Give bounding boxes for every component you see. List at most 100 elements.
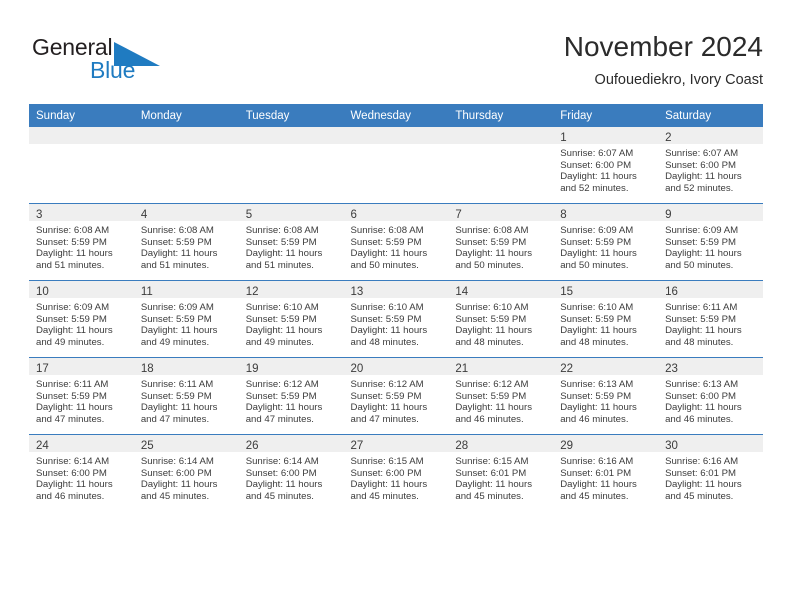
calendar-day-cell[interactable]: 24 Sunrise: 6:14 AM Sunset: 6:00 PM Dayligh… (29, 434, 134, 511)
calendar-week-row: 24 Sunrise: 6:14 AM Sunset: 6:00 PM Dayligh… (29, 434, 763, 511)
calendar-header-row: Sunday Monday Tuesday Wednesday Thursday Frid… (29, 104, 763, 127)
day-number: 11 (140, 286, 153, 298)
title-block: November 2024 Oufouediekro, Ivory Coast (564, 30, 763, 89)
calendar-day-cell[interactable]: 3 Sunrise: 6:08 AM Sunset: 5:59 PM Daylight… (29, 203, 134, 281)
calendar-day-cell[interactable]: 17 Sunrise: 6:11 AM Sunset: 5:59 PM Dayligh… (29, 357, 134, 435)
calendar-day-cell-empty (133, 127, 239, 204)
day-detail-line: Daylight: 11 hours (665, 402, 742, 414)
day-detail-line: and 48 minutes. (665, 336, 734, 348)
calendar-day-cell[interactable]: 4 Sunrise: 6:08 AM Sunset: 5:59 PM Daylight… (133, 203, 239, 281)
day-detail-line: and 49 minutes. (245, 336, 314, 348)
calendar-day-cell[interactable]: 28 Sunrise: 6:15 AM Sunset: 6:01 PM Dayligh… (448, 434, 554, 511)
day-detail-line: Daylight: 11 hours (140, 479, 218, 491)
day-number: 14 (455, 286, 469, 298)
day-detail-line: Daylight: 11 hours (455, 402, 532, 414)
calendar-day-cell[interactable]: 25 Sunrise: 6:14 AM Sunset: 6:00 PM Dayligh… (133, 434, 239, 511)
day-number: 1 (560, 132, 567, 144)
day-detail-line: Sunrise: 6:12 AM (245, 379, 319, 390)
day-detail-line: Sunset: 6:00 PM (350, 467, 422, 479)
calendar-day-cell[interactable]: 9 Sunrise: 6:09 AM Sunset: 5:59 PM Daylight… (658, 203, 763, 281)
day-detail-line: Daylight: 11 hours (560, 402, 637, 414)
day-detail-line: Daylight: 11 hours (665, 325, 742, 337)
page-subtitle: Oufouediekro, Ivory Coast (594, 72, 763, 88)
day-number-band: 18 (133, 358, 239, 375)
day-details: Sunrise: 6:08 AM Sunset: 5:59 PM Daylight:… (448, 221, 553, 271)
day-detail-line: Sunset: 6:00 PM (665, 390, 736, 402)
day-detail-line: Sunset: 5:59 PM (560, 390, 632, 402)
day-detail-line: Daylight: 11 hours (140, 325, 218, 337)
calendar-day-cell[interactable]: 13 Sunrise: 6:10 AM Sunset: 5:59 PM Dayligh… (343, 280, 449, 358)
day-detail-line: Daylight: 11 hours (245, 479, 323, 491)
day-detail-line: Sunset: 5:59 PM (560, 313, 632, 325)
day-detail-line: Sunrise: 6:09 AM (140, 302, 214, 313)
day-detail-line: and 51 minutes. (140, 259, 210, 271)
day-detail-line: Sunrise: 6:14 AM (245, 456, 319, 467)
calendar-day-cell[interactable]: 19 Sunrise: 6:12 AM Sunset: 5:59 PM Dayligh… (238, 357, 344, 435)
day-detail-line: and 51 minutes. (245, 259, 314, 271)
calendar-day-cell[interactable]: 7 Sunrise: 6:08 AM Sunset: 5:59 PM Daylight… (448, 203, 554, 281)
calendar-day-cell[interactable]: 8 Sunrise: 6:09 AM Sunset: 5:59 PM Daylight… (553, 203, 659, 281)
day-detail-line: Sunrise: 6:14 AM (140, 456, 214, 467)
day-detail-line: Sunset: 5:59 PM (350, 313, 422, 325)
calendar-day-cell[interactable]: 22 Sunrise: 6:13 AM Sunset: 5:59 PM Dayligh… (553, 357, 659, 435)
day-detail-line: Sunrise: 6:13 AM (665, 379, 739, 390)
calendar-day-cell[interactable]: 30 Sunrise: 6:16 AM Sunset: 6:01 PM Dayligh… (658, 434, 763, 511)
calendar-day-cell[interactable]: 11 Sunrise: 6:09 AM Sunset: 5:59 PM Dayligh… (133, 280, 239, 358)
calendar-day-cell[interactable]: 27 Sunrise: 6:15 AM Sunset: 6:00 PM Dayligh… (343, 434, 449, 511)
calendar-day-cell[interactable]: 26 Sunrise: 6:14 AM Sunset: 6:00 PM Dayligh… (238, 434, 344, 511)
brand-logo[interactable]: General Blue (32, 34, 212, 90)
day-details: Sunrise: 6:08 AM Sunset: 5:59 PM Daylight:… (29, 221, 134, 271)
calendar-week-row: 17 Sunrise: 6:11 AM Sunset: 5:59 PM Dayligh… (29, 357, 763, 435)
day-details: Sunrise: 6:12 AM Sunset: 5:59 PM Daylight:… (239, 375, 344, 425)
day-details: Sunrise: 6:13 AM Sunset: 6:00 PM Daylight:… (658, 375, 763, 425)
calendar-day-cell[interactable]: 6 Sunrise: 6:08 AM Sunset: 5:59 PM Daylight… (343, 203, 449, 281)
day-detail-line: Sunrise: 6:16 AM (560, 456, 634, 467)
day-number-band: 20 (343, 358, 449, 375)
calendar-day-cell[interactable]: 5 Sunrise: 6:08 AM Sunset: 5:59 PM Daylight… (238, 203, 344, 281)
calendar-day-cell[interactable]: 1 Sunrise: 6:07 AM Sunset: 6:00 PM Daylight… (553, 127, 659, 204)
calendar-day-cell[interactable]: 20 Sunrise: 6:12 AM Sunset: 5:59 PM Dayligh… (343, 357, 449, 435)
day-detail-line: Sunset: 5:59 PM (36, 390, 107, 402)
day-detail-line: and 51 minutes. (36, 259, 105, 271)
day-number-band: 1 (553, 127, 659, 144)
day-number: 3 (36, 209, 43, 221)
day-number-band: 19 (238, 358, 344, 375)
calendar-day-cell[interactable]: 18 Sunrise: 6:11 AM Sunset: 5:59 PM Dayligh… (133, 357, 239, 435)
day-details: Sunrise: 6:10 AM Sunset: 5:59 PM Daylight:… (553, 298, 658, 348)
day-detail-line: Sunset: 5:59 PM (665, 236, 736, 248)
day-details: Sunrise: 6:10 AM Sunset: 5:59 PM Daylight:… (448, 298, 553, 348)
day-detail-line: Sunrise: 6:15 AM (455, 456, 529, 467)
day-detail-line: and 45 minutes. (140, 490, 210, 502)
day-number-band (29, 127, 134, 144)
day-detail-line: Daylight: 11 hours (245, 325, 323, 337)
day-detail-line: Sunrise: 6:11 AM (665, 302, 738, 313)
day-detail-line: and 48 minutes. (455, 336, 524, 348)
day-number: 21 (455, 363, 469, 375)
calendar-day-cell[interactable]: 21 Sunrise: 6:12 AM Sunset: 5:59 PM Dayligh… (448, 357, 554, 435)
calendar-day-cell[interactable]: 16 Sunrise: 6:11 AM Sunset: 5:59 PM Dayligh… (658, 280, 763, 358)
day-number-band: 10 (29, 281, 134, 298)
day-detail-line: Daylight: 11 hours (140, 402, 218, 414)
day-number-band: 21 (448, 358, 554, 375)
weekday-header-saturday: Saturday (658, 104, 763, 127)
day-number-band (343, 127, 449, 144)
calendar-day-cell[interactable]: 15 Sunrise: 6:10 AM Sunset: 5:59 PM Dayligh… (553, 280, 659, 358)
calendar-day-cell[interactable]: 29 Sunrise: 6:16 AM Sunset: 6:01 PM Dayligh… (553, 434, 659, 511)
day-detail-line: and 50 minutes. (350, 259, 419, 271)
day-detail-line: Daylight: 11 hours (245, 402, 323, 414)
day-number-band: 22 (553, 358, 659, 375)
calendar-day-cell[interactable]: 2 Sunrise: 6:07 AM Sunset: 6:00 PM Daylight… (658, 127, 763, 204)
day-detail-line: Sunrise: 6:16 AM (665, 456, 739, 467)
calendar-day-cell[interactable]: 23 Sunrise: 6:13 AM Sunset: 6:00 PM Dayligh… (658, 357, 763, 435)
day-details: Sunrise: 6:10 AM Sunset: 5:59 PM Daylight:… (239, 298, 344, 348)
day-detail-line: Daylight: 11 hours (350, 325, 428, 337)
day-number-band: 5 (238, 204, 344, 221)
day-number: 25 (140, 440, 154, 452)
day-number-band: 27 (343, 435, 449, 452)
calendar-day-cell[interactable]: 12 Sunrise: 6:10 AM Sunset: 5:59 PM Dayligh… (238, 280, 344, 358)
day-number: 16 (665, 286, 678, 298)
day-detail-line: Sunset: 5:59 PM (245, 390, 317, 402)
calendar-day-cell[interactable]: 14 Sunrise: 6:10 AM Sunset: 5:59 PM Dayligh… (448, 280, 554, 358)
calendar-day-cell[interactable]: 10 Sunrise: 6:09 AM Sunset: 5:59 PM Dayligh… (29, 280, 134, 358)
day-details (448, 144, 553, 148)
